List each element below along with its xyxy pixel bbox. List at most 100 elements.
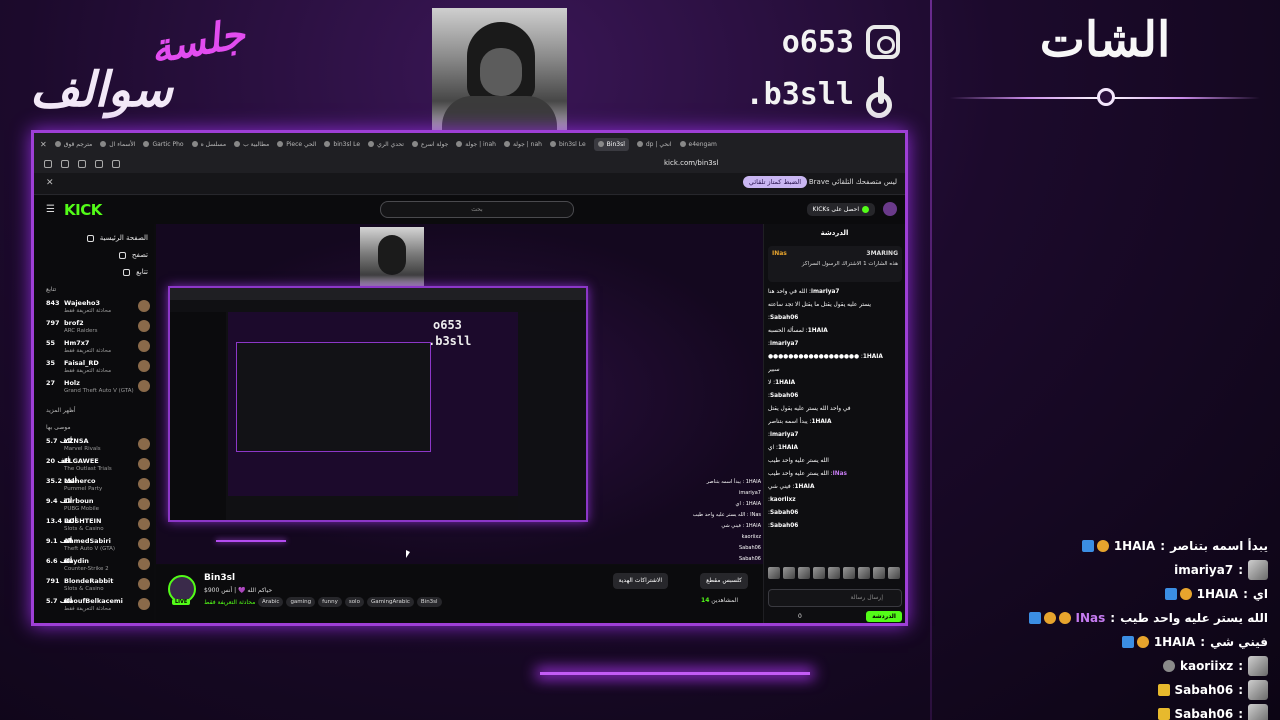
stream-tag[interactable]: GamingArabic <box>366 597 414 607</box>
channel-name: ELGAWEE <box>64 457 99 465</box>
channel-name: YZNSA <box>64 437 89 445</box>
brand-logo: جلسة سوالف <box>30 10 260 120</box>
chat-message-text: يبدأ اسمه بتناصر <box>706 479 741 485</box>
nav-following[interactable]: تتابع <box>46 268 148 276</box>
channel-category: Grand Theft Auto V (GTA) <box>64 388 134 394</box>
channel-category: محادثة التعريفة فقط <box>64 606 112 612</box>
screenshot-icon[interactable] <box>95 160 103 168</box>
sidebar-channel[interactable]: 35 Faisal_RD محادثة التعريفة فقط <box>40 357 150 377</box>
browser-tab[interactable]: dp | انحي <box>636 141 672 148</box>
emote-bar[interactable] <box>768 567 902 581</box>
nested-chat-row: INas : الله يستر عليه واحد طيب <box>601 512 761 521</box>
channel-category: Slots & Casino <box>64 586 104 592</box>
chat-message-text: اي <box>1252 587 1268 601</box>
home-icon <box>86 234 94 242</box>
recommended-header: موصى بها <box>46 424 71 431</box>
browser-tab[interactable]: جولة | nah <box>503 140 542 148</box>
video-player[interactable]: o653 .b3sll 1HAIA : يبدأ اسمه بتناصر imar… <box>156 224 768 564</box>
streamer-name[interactable]: Bin3sl <box>204 573 235 583</box>
badge-icon <box>1028 612 1041 624</box>
show-more-link[interactable]: أظهر المزيد <box>46 407 148 414</box>
chat-message: 1HAIA: ●●●●●●●●●●●●●●●●●● <box>768 351 902 364</box>
sidebar-channel[interactable]: 5.7 ألف YZNSA Marvel Rivals <box>40 435 150 455</box>
chat-username: Sabah06 <box>738 545 761 551</box>
set-default-button[interactable]: الضبط كمتاز تلقائي <box>742 176 807 188</box>
sidebar-channel[interactable]: 20 ألف ELGAWEE The Outlast Trials <box>40 455 150 475</box>
chat-username: 1HAIA <box>1196 587 1239 601</box>
bookmark-icon[interactable] <box>78 160 86 168</box>
pinned-text: هذه الشارات 1 الاشتراك الرسول السراكز <box>801 261 898 267</box>
tiktok-handle: .b3sll <box>730 76 900 118</box>
browser-tab[interactable]: الأسماء ال <box>100 141 135 148</box>
chat-username: 1HAIA <box>794 484 815 490</box>
sidebar-channel[interactable]: 9.1 ألف AhmedSabiri Theft Auto V (GTA) <box>40 535 150 555</box>
browser-tab[interactable]: Gartic Pho <box>143 141 184 148</box>
browser-tab[interactable]: جولة اسرع <box>411 141 448 148</box>
nav-browse[interactable]: تصفح <box>46 251 148 259</box>
channel-name: Faisal_RD <box>64 359 99 367</box>
sidebar-channel[interactable]: 843 Wajeeho3 محادثة التعريفة فقط <box>40 297 150 317</box>
close-icon[interactable]: ✕ <box>46 178 54 188</box>
browser-tab[interactable]: مسلسل ه <box>191 141 226 148</box>
pinned-user-2: 3MARING <box>866 250 898 257</box>
browser-tab[interactable]: bin3sl Le <box>549 141 586 148</box>
search-input[interactable]: بحث <box>380 201 574 218</box>
clip-button[interactable]: كلسبس مقطع <box>700 573 748 589</box>
browser-tab[interactable]: bin3sl Le <box>324 141 360 148</box>
sidebar-channel[interactable]: 27 Holz Grand Theft Auto V (GTA) <box>40 377 150 397</box>
chat-message-text: الله يستر عليه واحد طيب <box>768 458 829 464</box>
browser-tab[interactable]: Piece الحي <box>277 141 316 148</box>
sidebar-channel[interactable]: 791 BlondeRabbit Slots & Casino <box>40 575 150 595</box>
media-icon[interactable] <box>112 160 120 168</box>
avatar <box>138 498 150 510</box>
sidebar-channel[interactable]: 35.2 ألف Maherco Pummel Party <box>40 475 150 495</box>
menu-icon[interactable] <box>44 160 52 168</box>
browser-tab[interactable]: جولة | inah <box>456 141 496 148</box>
channel-name: Hm7x7 <box>64 339 90 347</box>
avatar[interactable] <box>883 202 897 216</box>
stream-tag[interactable]: solo <box>344 597 364 607</box>
sidebar-channel[interactable]: 13.4 ألف ROSHTEIN Slots & Casino <box>40 515 150 535</box>
address-bar[interactable]: kick.com/bin3sl <box>664 159 718 167</box>
sidebar-channel[interactable]: 5.7 ألف RaoufBelkacemi محادثة التعريفة فقط <box>40 595 150 615</box>
sidebar-channel[interactable]: 6.6 ألف Raydin Counter-Strike 2 <box>40 555 150 575</box>
stream-tag[interactable]: gaming <box>286 597 316 607</box>
badge-icon <box>1043 612 1056 624</box>
stream-category[interactable]: محادثة التعريفة فقط <box>204 599 255 606</box>
nav-home-label: الصفحة الرئيسية <box>99 234 148 242</box>
avatar <box>138 320 150 332</box>
chat-message-text: الله في واحد هنا <box>768 289 808 295</box>
chat-username: 1HAIA <box>1153 635 1196 649</box>
browser-tab[interactable]: مطالبية ب <box>234 141 269 148</box>
browser-tab[interactable]: تحدي الري <box>368 141 404 148</box>
chat-username: imariya7 <box>1174 563 1234 577</box>
following-header: تتابع <box>46 286 57 293</box>
browser-tab[interactable]: مترجم قوق <box>54 141 92 148</box>
chat-header: الدردشة <box>820 229 849 237</box>
chat-send-button[interactable]: الدردشة <box>866 611 902 622</box>
nav-home[interactable]: الصفحة الرئيسية <box>46 234 148 242</box>
channel-category: PUBG Mobile <box>64 506 100 512</box>
avatar <box>138 578 150 590</box>
stream-tag[interactable]: Arabic <box>258 597 284 607</box>
hamburger-icon[interactable]: ☰ <box>46 204 55 215</box>
browser-tab-label: جولة | nah <box>512 140 542 148</box>
chat-colon: : <box>1238 683 1243 697</box>
close-icon[interactable]: ✕ <box>40 140 47 149</box>
channel-category: Counter-Strike 2 <box>64 566 109 572</box>
shield-icon[interactable] <box>61 160 69 168</box>
sidebar-channel[interactable]: 55 Hm7x7 محادثة التعريفة فقط <box>40 337 150 357</box>
sidebar-channel[interactable]: 797 brof2 ARC Raiders <box>40 317 150 337</box>
browser-tab[interactable]: Bin3sl <box>593 137 629 151</box>
chat-message: 1HAIA: يبدأ اسمه بتناصر <box>768 416 902 429</box>
chat-input[interactable]: إرسال رسالة <box>768 589 902 607</box>
chat-message: Sabah06: <box>768 312 902 325</box>
stream-tag[interactable]: funny <box>318 597 342 607</box>
get-kicks-button[interactable]: احصل على KICKs <box>806 203 875 216</box>
browser-tab[interactable]: e4engam <box>679 141 717 148</box>
sidebar-channel[interactable]: 9.4 ألف Tarboun PUBG Mobile <box>40 495 150 515</box>
channel-name: Wajeeho3 <box>64 299 100 307</box>
kick-logo[interactable]: KICK <box>64 201 102 219</box>
stream-tag[interactable]: Bin3sl <box>416 597 442 607</box>
gift-subs-button[interactable]: الاشتراكات الهدية <box>612 573 668 589</box>
